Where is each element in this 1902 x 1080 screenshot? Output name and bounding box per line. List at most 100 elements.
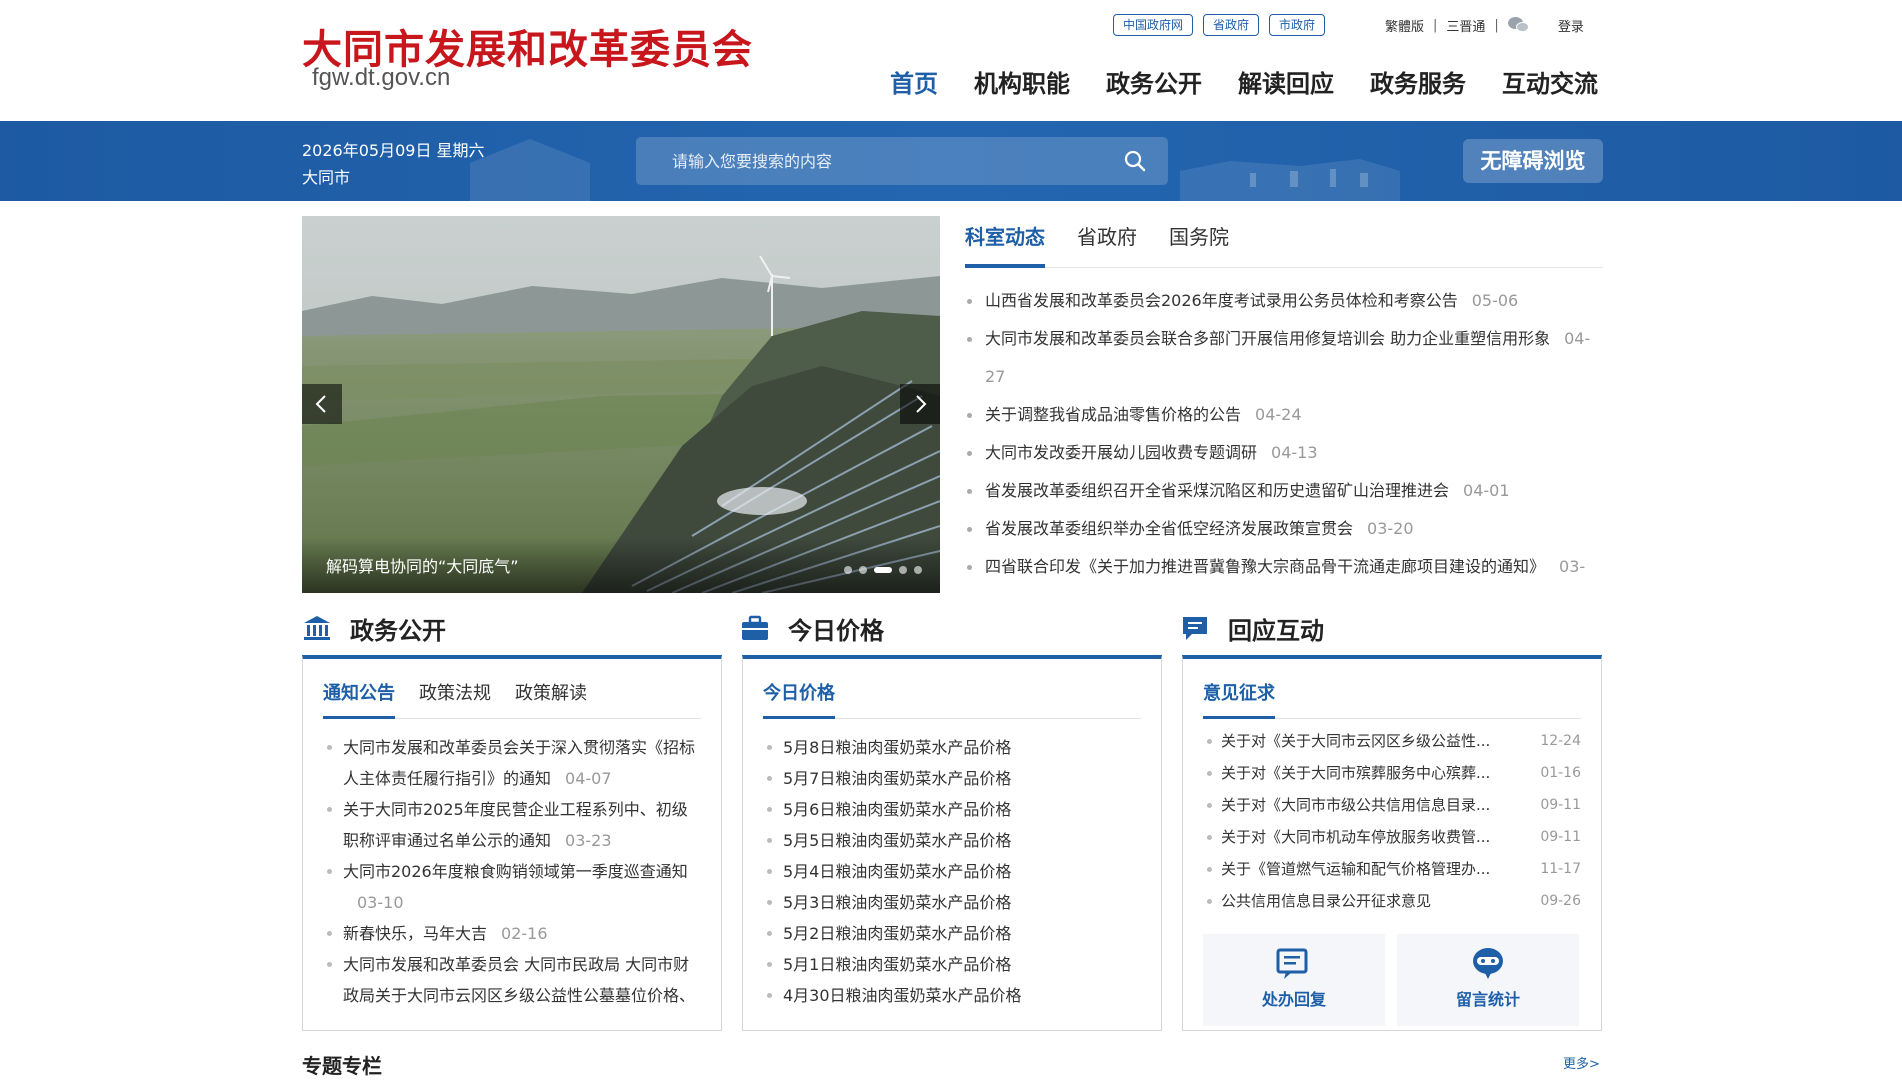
current-city: 大同市 (302, 168, 351, 187)
list-item[interactable]: 大同市发展和改革委员会关于深入贯彻落实《招标人主体责任履行指引》的通知 04-07 (323, 732, 701, 794)
tab-policies[interactable]: 政策法规 (419, 679, 491, 719)
news-title[interactable]: 关于调整我省成品油零售价格的公告 (985, 405, 1241, 424)
reply-handling-button[interactable]: 处办回复 (1203, 934, 1385, 1026)
chat-bubble-icon (1183, 617, 1207, 640)
notice-title[interactable]: 关于大同市2025年度民营企业工程系列中、初级职称评审通过名单公示的通知 (343, 800, 688, 850)
carousel-dot-active[interactable] (874, 567, 892, 573)
list-item[interactable]: 四省联合印发《关于加力推进晋冀鲁豫大宗商品骨干流通走廊项目建设的通知》 03- (965, 548, 1603, 586)
opinion-title[interactable]: 公共信用信息目录公开征求意见 (1221, 885, 1431, 917)
current-date: 2026年05月09日 星期六 (302, 141, 485, 160)
nav-services[interactable]: 政务服务 (1370, 64, 1466, 99)
search-icon[interactable] (1124, 150, 1146, 172)
list-item[interactable]: 5月8日粮油肉蛋奶菜水产品价格 (763, 732, 1141, 763)
notice-date: 03-23 (565, 831, 612, 850)
opinion-title[interactable]: 关于《管道燃气运输和配气价格管理办... (1221, 853, 1490, 885)
gov-link-province[interactable]: 省政府 (1203, 14, 1260, 36)
news-title[interactable]: 大同市发展和改革委员会联合多部门开展信用修复培训会 助力企业重塑信用形象 (985, 329, 1550, 348)
opinion-date: 01-16 (1540, 765, 1581, 781)
interact-box: 意见征求 关于对《关于大同市云冈区乡级公益性... 12-24 关于对《关于大同市… (1182, 655, 1602, 1031)
carousel-caption[interactable]: 解码算电协同的“大同底气” (326, 553, 519, 577)
list-item[interactable]: 关于对《大同市市级公共信用信息目录... 09-11 (1203, 789, 1581, 821)
interact-tabs: 意见征求 (1203, 679, 1581, 719)
list-item[interactable]: 省发展改革委组织举办全省低空经济发展政策宣贯会 03-20 (965, 510, 1603, 548)
list-item[interactable]: 关于对《关于大同市殡葬服务中心殡葬... 01-16 (1203, 757, 1581, 789)
list-item[interactable]: 5月5日粮油肉蛋奶菜水产品价格 (763, 825, 1141, 856)
tab-opinion-solicitation[interactable]: 意见征求 (1203, 679, 1275, 719)
carousel-dot[interactable] (859, 566, 867, 574)
sanjintong-link[interactable]: 三晋通 (1446, 16, 1485, 35)
carousel-dots (837, 566, 922, 574)
list-item[interactable]: 关于大同市2025年度民营企业工程系列中、初级职称评审通过名单公示的通知 03-2… (323, 794, 701, 856)
list-item[interactable]: 新春快乐，马年大吉 02-16 (323, 918, 701, 949)
nav-organization[interactable]: 机构职能 (974, 64, 1070, 99)
carousel-dot[interactable] (899, 566, 907, 574)
nav-gov-affairs[interactable]: 政务公开 (1106, 64, 1202, 99)
separator: | (1433, 17, 1438, 33)
robot-chat-icon (1473, 948, 1503, 979)
search-input[interactable] (636, 137, 1106, 185)
section-header-prices: 今日价格 (740, 608, 884, 648)
list-item[interactable]: 大同市发展和改革委员会 大同市民政局 大同市财政局关于大同市云冈区乡级公益性公墓… (323, 949, 701, 1011)
carousel-dot[interactable] (914, 566, 922, 574)
news-title[interactable]: 大同市发改委开展幼儿园收费专题调研 (985, 443, 1257, 462)
list-item[interactable]: 5月6日粮油肉蛋奶菜水产品价格 (763, 794, 1141, 825)
nav-interaction[interactable]: 互动交流 (1502, 64, 1598, 99)
news-title[interactable]: 省发展改革委组织召开全省采煤沉陷区和历史遗留矿山治理推进会 (985, 481, 1449, 500)
tab-department-news[interactable]: 科室动态 (965, 216, 1045, 268)
list-item[interactable]: 5月4日粮油肉蛋奶菜水产品价格 (763, 856, 1141, 887)
wechat-icon[interactable] (1507, 16, 1530, 34)
tab-notices[interactable]: 通知公告 (323, 679, 395, 719)
gov-links: 中国政府网 省政府 市政府 (1113, 14, 1335, 36)
list-item[interactable]: 5月1日粮油肉蛋奶菜水产品价格 (763, 949, 1141, 980)
notice-title[interactable]: 大同市2026年度粮食购销领域第一季度巡查通知 (343, 862, 688, 881)
news-title[interactable]: 四省联合印发《关于加力推进晋冀鲁豫大宗商品骨干流通走廊项目建设的通知》 (985, 557, 1545, 576)
notice-title[interactable]: 大同市发展和改革委员会关于深入贯彻落实《招标人主体责任履行指引》的通知 (343, 738, 695, 788)
photo-carousel[interactable]: 解码算电协同的“大同底气” (302, 216, 940, 593)
notice-title[interactable]: 新春快乐，马年大吉 (343, 924, 487, 943)
carousel-dot[interactable] (844, 566, 852, 574)
list-item[interactable]: 省发展改革委组织召开全省采煤沉陷区和历史遗留矿山治理推进会 04-01 (965, 472, 1603, 510)
message-stats-button[interactable]: 留言统计 (1397, 934, 1579, 1026)
news-title[interactable]: 山西省发展和改革委员会2026年度考试录用公务员体检和考察公告 (985, 291, 1458, 310)
opinion-title[interactable]: 关于对《关于大同市云冈区乡级公益性... (1221, 725, 1490, 757)
news-date: 04-01 (1463, 481, 1510, 500)
traditional-chinese-link[interactable]: 繁體版 (1385, 16, 1424, 35)
list-item[interactable]: 山西省发展和改革委员会2026年度考试录用公务员体检和考察公告 05-06 (965, 282, 1603, 320)
opinion-title[interactable]: 关于对《大同市市级公共信用信息目录... (1221, 789, 1490, 821)
opinion-title[interactable]: 关于对《大同市机动车停放服务收费管... (1221, 821, 1490, 853)
list-item[interactable]: 5月2日粮油肉蛋奶菜水产品价格 (763, 918, 1141, 949)
news-title[interactable]: 省发展改革委组织举办全省低空经济发展政策宣贯会 (985, 519, 1353, 538)
list-item[interactable]: 5月3日粮油肉蛋奶菜水产品价格 (763, 887, 1141, 918)
government-building-icon (304, 616, 330, 640)
tab-province-gov[interactable]: 省政府 (1077, 216, 1137, 268)
opinion-date: 11-17 (1540, 861, 1581, 877)
tab-today-prices[interactable]: 今日价格 (763, 679, 835, 719)
section-title: 回应互动 (1228, 616, 1324, 645)
nav-home[interactable]: 首页 (890, 64, 938, 99)
nav-interpretation[interactable]: 解读回应 (1238, 64, 1334, 99)
carousel-prev-button[interactable] (302, 384, 342, 424)
login-link[interactable]: 登录 (1558, 16, 1584, 35)
tab-state-council[interactable]: 国务院 (1169, 216, 1229, 268)
list-item[interactable]: 大同市2026年度粮食购销领域第一季度巡查通知 03-10 (323, 856, 701, 918)
carousel-next-button[interactable] (900, 384, 940, 424)
gov-link-city[interactable]: 市政府 (1269, 14, 1326, 36)
list-item[interactable]: 5月7日粮油肉蛋奶菜水产品价格 (763, 763, 1141, 794)
list-item[interactable]: 大同市发展和改革委员会联合多部门开展信用修复培训会 助力企业重塑信用形象 04-2… (965, 320, 1603, 396)
news-date: 05-06 (1471, 291, 1519, 310)
opinion-title[interactable]: 关于对《关于大同市殡葬服务中心殡葬... (1221, 757, 1490, 789)
list-item[interactable]: 关于对《关于大同市云冈区乡级公益性... 12-24 (1203, 725, 1581, 757)
accessibility-button[interactable]: 无障碍浏览 (1463, 139, 1603, 183)
gov-link-central[interactable]: 中国政府网 (1113, 14, 1194, 36)
list-item[interactable]: 大同市发改委开展幼儿园收费专题调研 04-13 (965, 434, 1603, 472)
list-item[interactable]: 关于调整我省成品油零售价格的公告 04-24 (965, 396, 1603, 434)
list-item[interactable]: 4月30日粮油肉蛋奶菜水产品价格 (763, 980, 1141, 1011)
news-tabs: 科室动态 省政府 国务院 (965, 216, 1603, 268)
list-item[interactable]: 关于对《大同市机动车停放服务收费管... 09-11 (1203, 821, 1581, 853)
list-item[interactable]: 关于《管道燃气运输和配气价格管理办... 11-17 (1203, 853, 1581, 885)
affairs-tabs: 通知公告 政策法规 政策解读 (323, 679, 701, 719)
list-item[interactable]: 公共信用信息目录公开征求意见 09-26 (1203, 885, 1581, 917)
tab-policy-interpretation[interactable]: 政策解读 (515, 679, 587, 719)
notice-title[interactable]: 大同市发展和改革委员会 大同市民政局 大同市财政局关于大同市云冈区乡级公益性公墓… (343, 955, 695, 1005)
more-link[interactable]: 更多> (1563, 1053, 1600, 1072)
